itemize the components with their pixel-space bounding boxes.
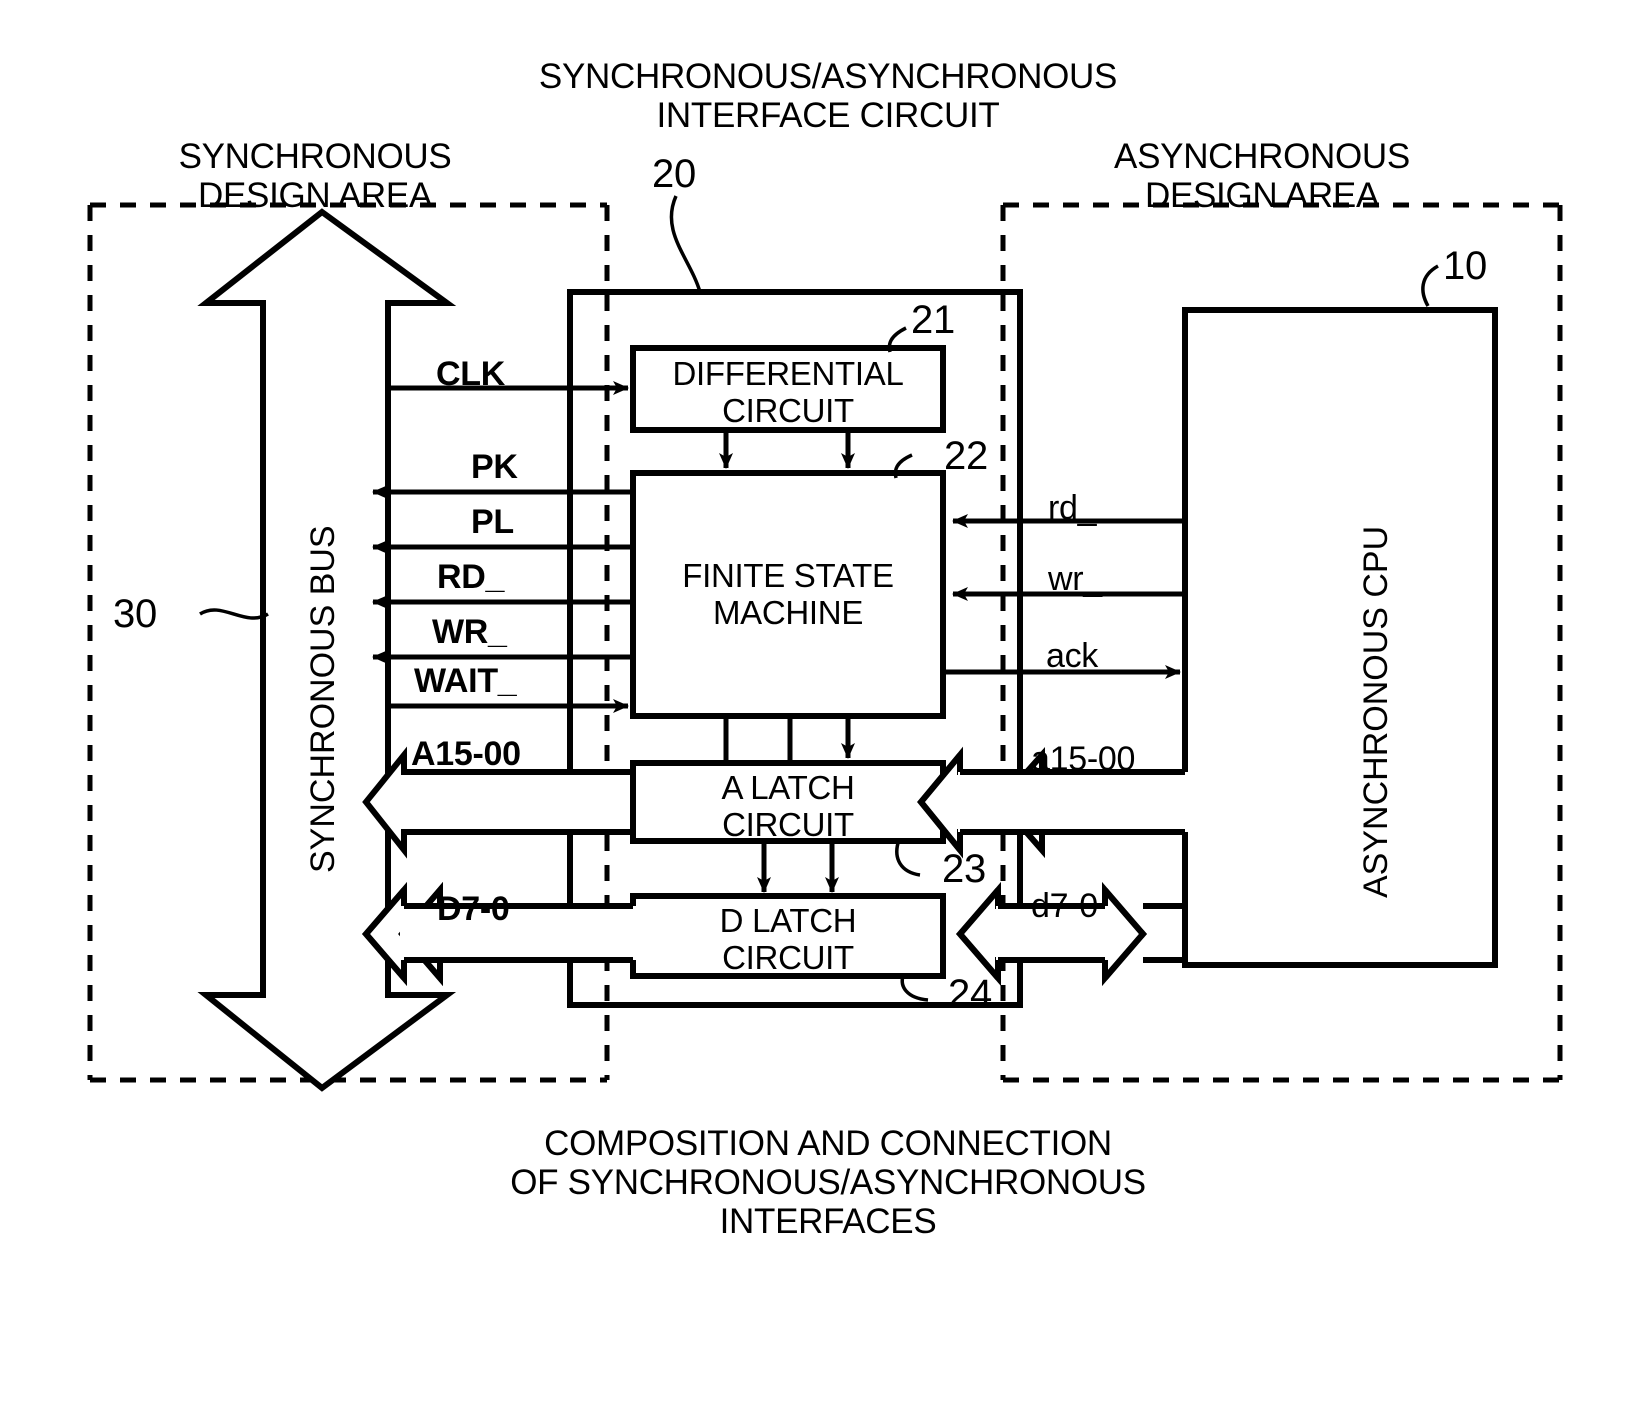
signal-label-wr-async: wr_ xyxy=(1048,560,1102,598)
a-latch-circuit-label: A LATCH CIRCUIT xyxy=(721,769,855,843)
synchronous-bus-label: SYNCHRONOUS BUS xyxy=(304,525,342,873)
signal-label-a15-00-async: a15-00 xyxy=(1031,740,1136,778)
ref-label-20: 20 xyxy=(652,152,696,196)
asynchronous-cpu-label: ASYNCHRONOUS CPU xyxy=(1357,525,1395,898)
leader-line-23 xyxy=(895,842,921,877)
signal-label-ack-async: ack_ xyxy=(1046,637,1117,675)
finite-state-machine-label: FINITE STATE MACHINE xyxy=(682,557,894,631)
signal-label-clk: CLK xyxy=(436,355,505,393)
leader-line-24 xyxy=(900,975,929,1002)
asynchronous-cpu-block xyxy=(1182,307,1498,968)
ref-label-10: 10 xyxy=(1443,244,1487,288)
connection-differential-to-fsm xyxy=(719,430,855,469)
leader-line-20 xyxy=(669,195,702,293)
ref-label-24: 24 xyxy=(948,972,992,1016)
signal-label-pk: PK xyxy=(471,448,518,486)
signal-label-pl: PL xyxy=(471,503,514,541)
signal-label-d7-0-async: d7-0 xyxy=(1031,887,1098,925)
asynchronous-design-area-title: ASYNCHRONOUS DESIGN AREA xyxy=(1114,137,1410,216)
ref-label-23: 23 xyxy=(942,847,986,891)
figure-canvas: SYNCHRONOUS/ASYNCHRONOUS INTERFACE CIRCU… xyxy=(0,0,1649,1418)
connection-a-latch-to-d-latch xyxy=(757,841,839,893)
ref-label-22: 22 xyxy=(944,434,988,478)
leader-line-30 xyxy=(199,608,269,620)
signal-label-wait: WAIT_ xyxy=(414,662,517,700)
d-latch-circuit-label: D LATCH CIRCUIT xyxy=(719,902,857,976)
figure-top-title: SYNCHRONOUS/ASYNCHRONOUS INTERFACE CIRCU… xyxy=(538,57,1118,136)
signal-label-rd-async: rd_ xyxy=(1048,489,1097,527)
ref-label-30: 30 xyxy=(113,592,157,636)
synchronous-design-area-title: SYNCHRONOUS DESIGN AREA xyxy=(178,137,452,216)
signal-label-a15-00: A15-00 xyxy=(411,735,521,773)
figure-caption: COMPOSITION AND CONNECTION OF SYNCHRONOU… xyxy=(510,1124,1146,1242)
leader-line-10 xyxy=(1421,264,1439,307)
ref-label-21: 21 xyxy=(911,298,955,342)
differential-circuit-label: DIFFERENTIAL CIRCUIT xyxy=(672,355,904,429)
signal-label-wr: WR_ xyxy=(432,613,507,651)
connection-fsm-to-a-latch xyxy=(723,716,855,760)
signal-label-rd: RD_ xyxy=(437,558,505,596)
signal-label-d7-0: D7-0 xyxy=(437,890,510,928)
